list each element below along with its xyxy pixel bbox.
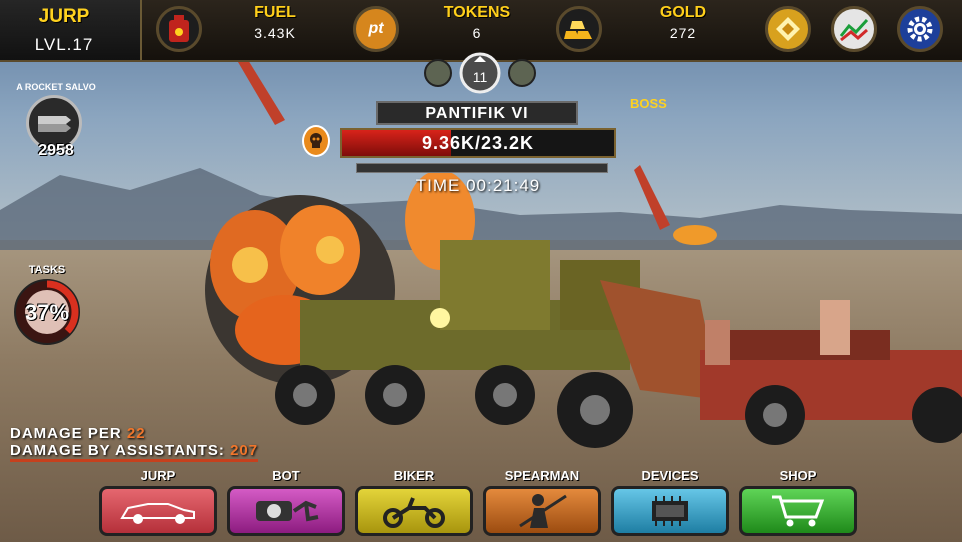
tab-jurp[interactable]: JURP [96, 468, 220, 542]
tokens-stat: TOKENS 6 [422, 4, 532, 41]
tab-biker[interactable]: BIKER [352, 468, 476, 542]
stats-button[interactable] [831, 6, 877, 52]
unit-tab-bar: JURP BOT BIKER SPEARMAN DEVICES SHOP [96, 468, 862, 542]
gold-label: GOLD [659, 4, 707, 21]
tab-biker-button[interactable] [355, 486, 473, 536]
tab-biker-label: BIKER [393, 468, 435, 483]
rocket-flame [673, 225, 717, 245]
pt-token-icon: pt [368, 20, 384, 37]
chip-icon [652, 496, 688, 526]
player-level: LVL.17 [34, 35, 94, 54]
skill-count: 2958 [38, 142, 74, 159]
boss-secondary-bar [356, 163, 608, 173]
damage-assist-label: DAMAGE BY ASSISTANTS: [10, 442, 225, 459]
stats-chart-icon [839, 18, 869, 42]
gold-stat: GOLD 272 [628, 4, 738, 41]
tab-devices[interactable]: DEVICES [608, 468, 732, 542]
rocket-salvo-icon [38, 116, 71, 132]
enemy-car [700, 300, 962, 445]
tab-shop-label: SHOP [779, 468, 817, 483]
skill-name: A ROCKET SALVO [16, 82, 96, 92]
boss-health-bar: 9.36K/23.2K [340, 128, 616, 158]
tasks-widget[interactable]: TASKS 37% [6, 264, 88, 348]
damage-assist-row: DAMAGE BY ASSISTANTS: 207 [10, 442, 259, 462]
fuel-can-icon [169, 15, 189, 42]
rocket-salvo-skill[interactable]: A ROCKET SALVO 2958 [14, 82, 98, 162]
tab-jurp-button[interactable] [99, 486, 217, 536]
tab-shop[interactable]: SHOP [736, 468, 860, 542]
tab-devices-label: DEVICES [641, 468, 699, 483]
damage-assist-value: 207 [230, 442, 259, 459]
tab-spearman-button[interactable] [483, 486, 601, 536]
player-panel[interactable]: JURP LVL.17 [0, 0, 142, 60]
tokens-value: 6 [472, 25, 482, 41]
battle-timer: TIME 00:21:49 [415, 176, 541, 195]
player-name: JURP [38, 6, 90, 27]
wave-indicator: 11 [424, 52, 536, 94]
spearman-icon [519, 494, 567, 528]
tab-jurp-label: JURP [140, 468, 176, 483]
boss-skull-icon [302, 125, 330, 157]
damage-stats: DAMAGE PER 22 DAMAGE BY ASSISTANTS: 207 [10, 425, 259, 462]
gold-bars-icon [564, 21, 592, 39]
settings-button[interactable] [897, 6, 943, 52]
boss-health-text: 9.36K/23.2K [421, 133, 535, 153]
damage-per-row: DAMAGE PER 22 [10, 425, 258, 442]
motorbike-icon [383, 497, 445, 528]
tab-bot-label: BOT [272, 468, 300, 483]
tab-spearman-label: SPEARMAN [504, 468, 580, 483]
tab-bot-button[interactable] [227, 486, 345, 536]
damage-per-value: 22 [126, 425, 146, 442]
damage-per-label: DAMAGE PER [10, 425, 122, 442]
tab-spearman[interactable]: SPEARMAN [480, 468, 604, 542]
fuel-stat: FUEL 3.43K [220, 4, 330, 41]
wave-previous-dot [424, 59, 452, 87]
rocket-left [238, 55, 285, 125]
robot-arm-icon [256, 500, 319, 522]
gold-button[interactable] [556, 6, 602, 52]
tokens-label: TOKENS [443, 4, 511, 21]
fuel-can-button[interactable] [156, 6, 202, 52]
fuel-label: FUEL [254, 4, 296, 21]
tab-bot[interactable]: BOT [224, 468, 348, 542]
wave-number: 11 [473, 69, 488, 85]
wave-next-dot [508, 59, 536, 87]
cart-icon [772, 495, 825, 527]
tasks-label: TASKS [28, 264, 66, 276]
car-icon [120, 503, 195, 524]
settings-gear-icon [907, 16, 933, 42]
tasks-percent: 37% [24, 300, 70, 325]
achievement-button[interactable] [765, 6, 811, 52]
achievement-icon [776, 17, 800, 41]
boss-name: PANTIFIK VI [376, 101, 578, 125]
boss-tag: BOSS [630, 96, 667, 111]
tab-shop-button[interactable] [739, 486, 857, 536]
fuel-value: 3.43K [254, 25, 296, 41]
tab-devices-button[interactable] [611, 486, 729, 536]
gold-value: 272 [669, 25, 697, 41]
tokens-button[interactable]: pt [353, 6, 399, 52]
